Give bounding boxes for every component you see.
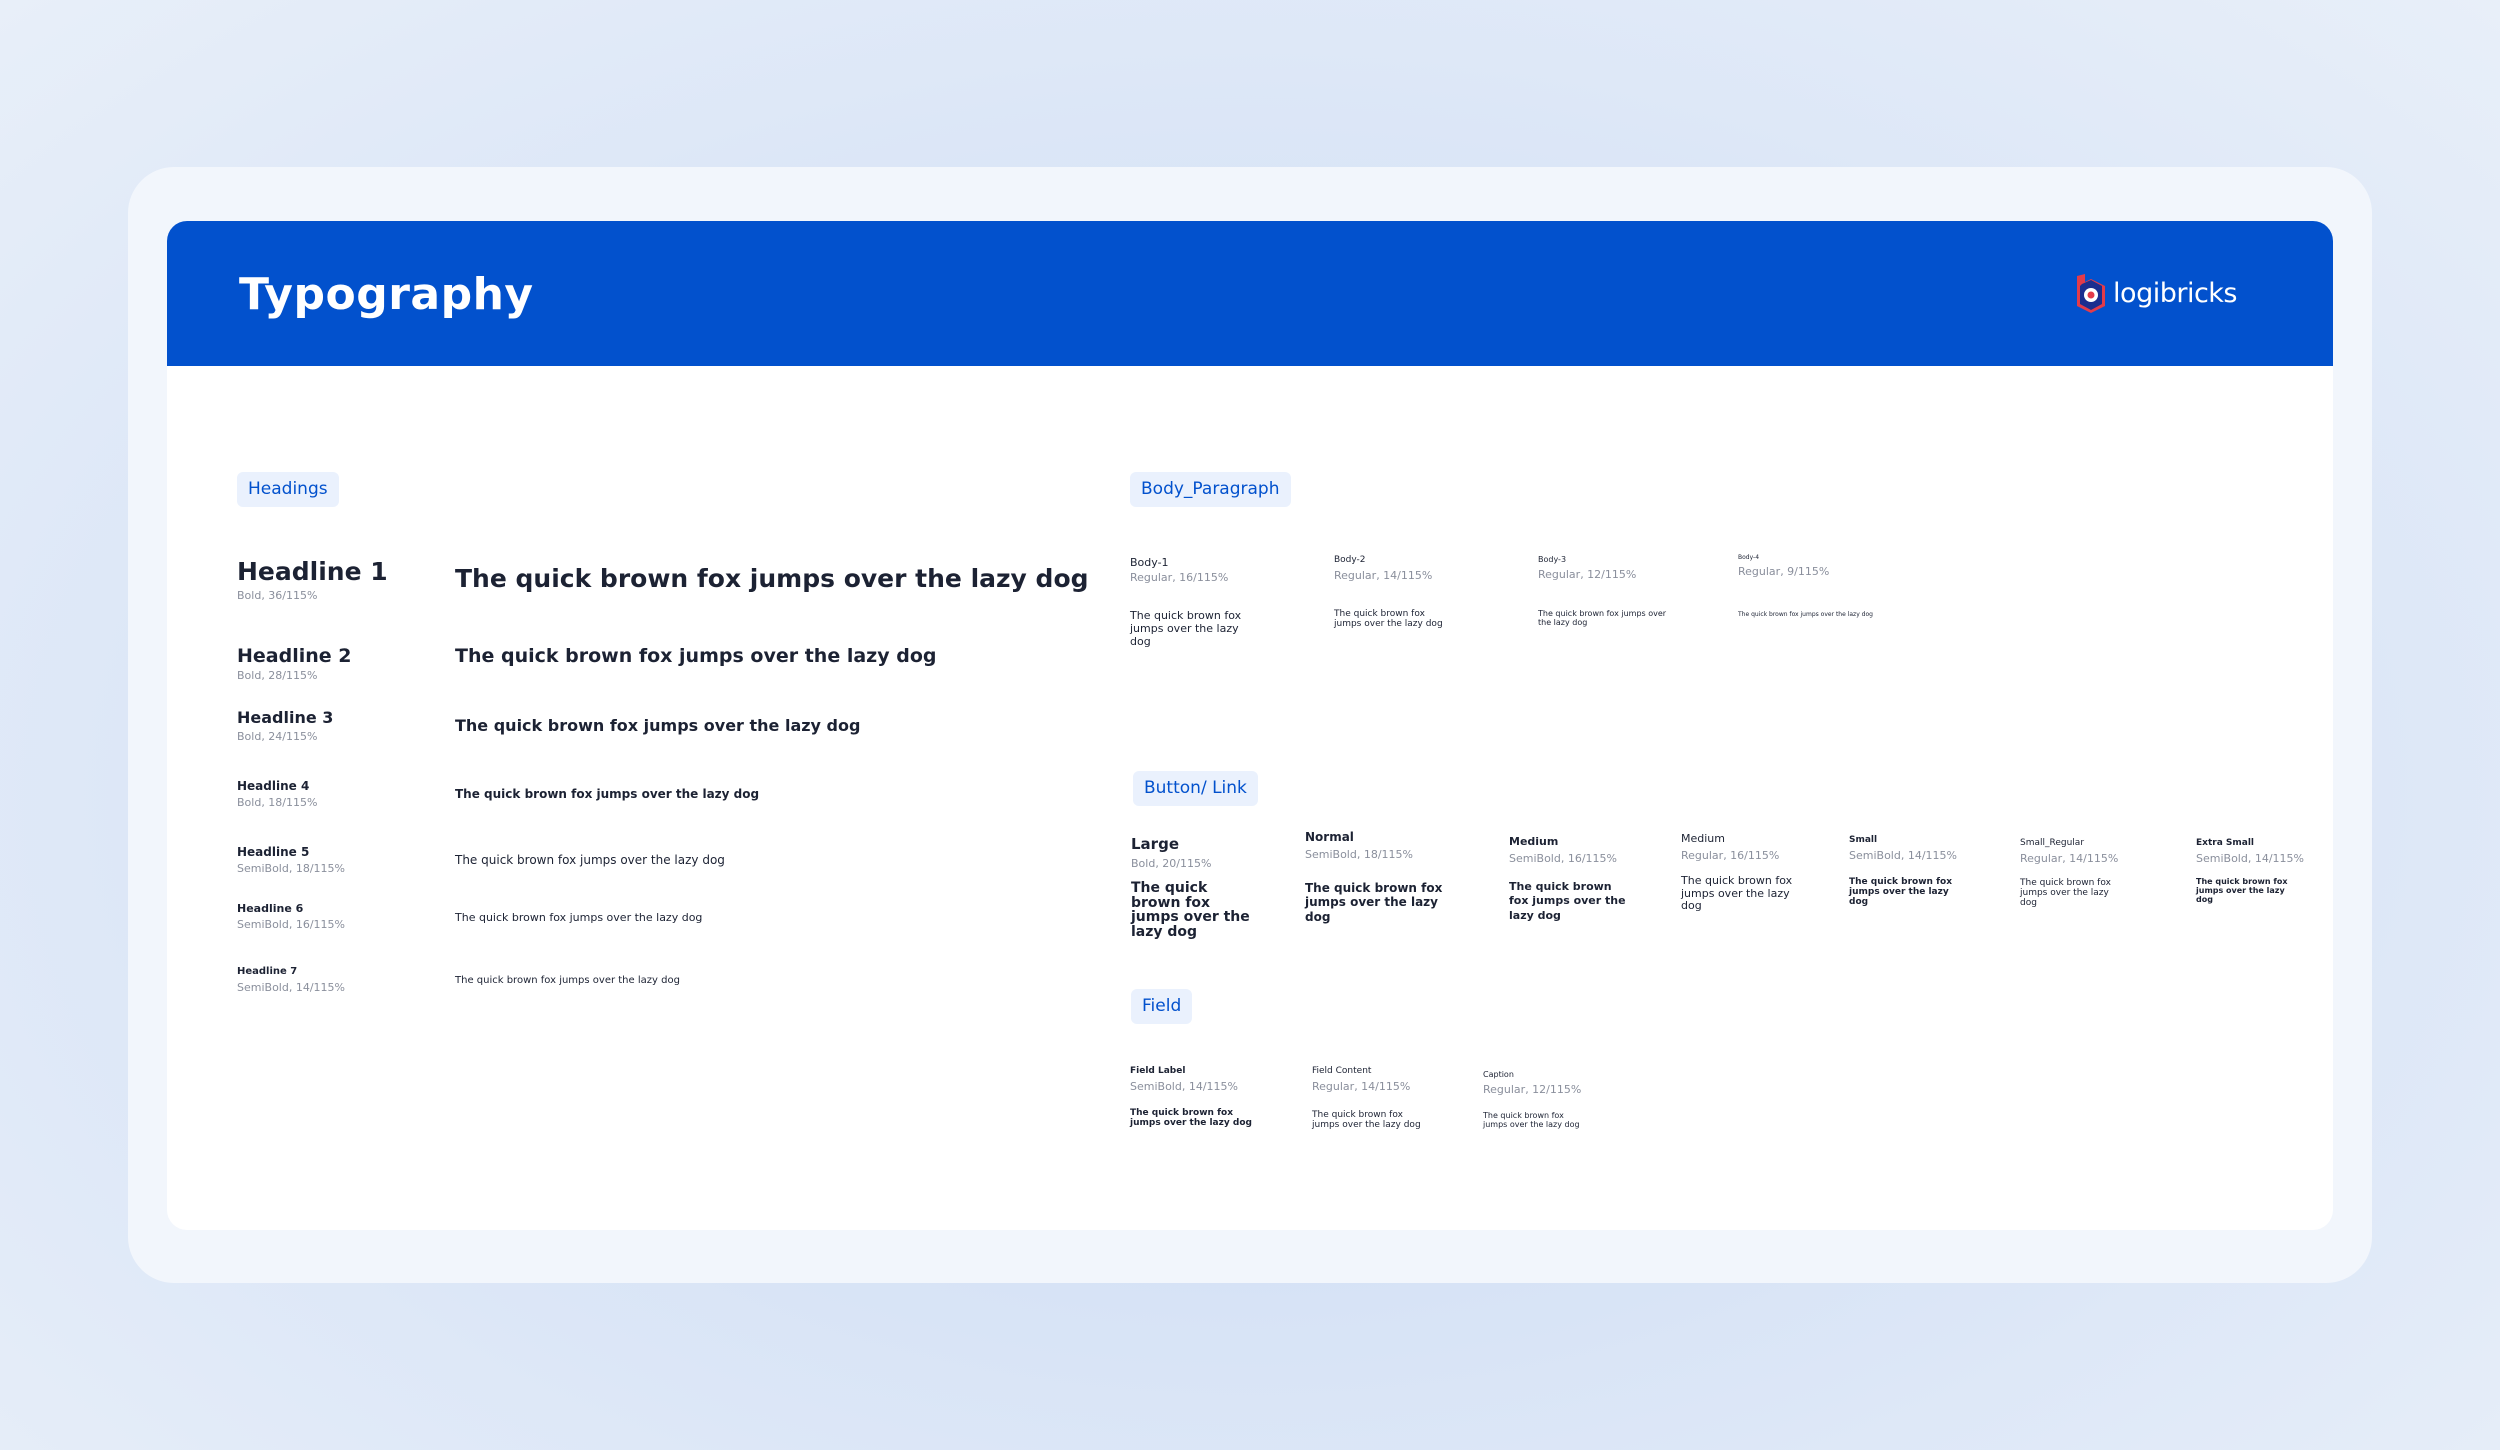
headline-4-name: Headline 4	[237, 779, 310, 793]
field-content-name: Field Content	[1312, 1066, 1372, 1076]
body-2-name: Body-2	[1334, 555, 1366, 565]
headline-5-sample: The quick brown fox jumps over the lazy …	[455, 853, 725, 867]
button-medium-semibold-spec: SemiBold, 16/115%	[1509, 852, 1617, 865]
headline-2-sample: The quick brown fox jumps over the lazy …	[455, 645, 937, 667]
brand-logo: logibricks	[2073, 271, 2237, 315]
headline-4-sample: The quick brown fox jumps over the lazy …	[455, 787, 760, 801]
body-2-sample: The quick brown fox jumps over the lazy …	[1334, 609, 1443, 630]
body-1-sample: The quick brown fox jumps over the lazy …	[1130, 609, 1242, 649]
button-small-sample: The quick brown fox jumps over the lazy …	[1849, 877, 1952, 908]
button-medium-regular-spec: Regular, 16/115%	[1681, 849, 1780, 862]
button-section-label: Button/ Link	[1133, 771, 1258, 806]
button-medium-regular-sample: The quick brown fox jumps over the lazy …	[1681, 874, 1793, 913]
button-medium-semibold-sample: The quick brown fox jumps over the lazy …	[1509, 880, 1626, 922]
body-1-name: Body-1	[1130, 556, 1169, 569]
headline-1-name: Headline 1	[237, 557, 388, 586]
button-small-regular-name: Small_Regular	[2020, 838, 2085, 848]
body-2-spec: Regular, 14/115%	[1334, 569, 1433, 582]
button-normal-spec: SemiBold, 18/115%	[1305, 848, 1413, 861]
headline-7-sample: The quick brown fox jumps over the lazy …	[455, 975, 680, 986]
headline-5-name: Headline 5	[237, 845, 310, 859]
logibricks-logo-icon	[2077, 274, 2106, 313]
button-large-sample: The quick brown fox jumps over the lazy …	[1131, 880, 1250, 941]
headline-3-sample: The quick brown fox jumps over the lazy …	[455, 716, 861, 735]
body-3-name: Body-3	[1538, 555, 1567, 564]
field-content-spec: Regular, 14/115%	[1312, 1080, 1411, 1093]
body-3-spec: Regular, 12/115%	[1538, 568, 1637, 581]
button-small-spec: SemiBold, 14/115%	[1849, 849, 1957, 862]
headline-3-spec: Bold, 24/115%	[237, 730, 318, 743]
button-extra-small-name: Extra Small	[2196, 838, 2255, 848]
button-small-name: Small	[1849, 835, 1878, 845]
headline-2-spec: Bold, 28/115%	[237, 669, 318, 682]
body-4-spec: Regular, 9/115%	[1738, 565, 1830, 578]
field-section-label: Field	[1131, 989, 1193, 1024]
button-normal-sample: The quick brown fox jumps over the lazy …	[1305, 881, 1443, 924]
body-1-spec: Regular, 16/115%	[1130, 571, 1229, 584]
button-normal-name: Normal	[1305, 830, 1354, 844]
caption-spec: Regular, 12/115%	[1483, 1083, 1582, 1096]
button-small-regular-sample: The quick brown fox jumps over the lazy …	[2020, 878, 2111, 909]
headline-4-spec: Bold, 18/115%	[237, 796, 318, 809]
headline-6-spec: SemiBold, 16/115%	[237, 918, 345, 931]
headline-1-sample: The quick brown fox jumps over the lazy …	[455, 564, 1089, 593]
body-4-sample: The quick brown fox jumps over the lazy …	[1738, 611, 1873, 618]
headline-7-name: Headline 7	[237, 966, 298, 977]
body-3-sample: The quick brown fox jumps over the lazy …	[1538, 609, 1667, 627]
body-4-name: Body-4	[1738, 554, 1760, 561]
button-extra-small-sample: The quick brown fox jumps over the lazy …	[2196, 877, 2288, 904]
body-section-label: Body_Paragraph	[1130, 472, 1291, 507]
headline-7-spec: SemiBold, 14/115%	[237, 981, 345, 994]
field-label-spec: SemiBold, 14/115%	[1130, 1080, 1238, 1093]
button-large-spec: Bold, 20/115%	[1131, 857, 1212, 870]
page-title: Typography	[239, 269, 534, 320]
headline-2-name: Headline 2	[237, 645, 352, 667]
caption-name: Caption	[1483, 1070, 1514, 1079]
headline-5-spec: SemiBold, 18/115%	[237, 862, 345, 875]
button-medium-regular-name: Medium	[1681, 832, 1725, 845]
header-banner: Typography logibricks	[167, 221, 2333, 366]
headline-1-spec: Bold, 36/115%	[237, 589, 318, 602]
button-large-name: Large	[1131, 835, 1179, 853]
field-label-sample: The quick brown fox jumps over the lazy …	[1130, 1108, 1252, 1128]
button-small-regular-spec: Regular, 14/115%	[2020, 852, 2119, 865]
field-label-name: Field Label	[1130, 1066, 1186, 1076]
typography-card: Typography logibricks Headings Body_Para…	[167, 221, 2333, 1230]
logo-wordmark: logibricks	[2113, 277, 2237, 309]
headline-6-sample: The quick brown fox jumps over the lazy …	[455, 911, 703, 924]
headline-3-name: Headline 3	[237, 708, 334, 727]
button-medium-semibold-name: Medium	[1509, 835, 1559, 848]
button-extra-small-spec: SemiBold, 14/115%	[2196, 852, 2304, 865]
headline-6-name: Headline 6	[237, 902, 304, 915]
caption-sample: The quick brown fox jumps over the lazy …	[1483, 1111, 1580, 1129]
field-content-sample: The quick brown fox jumps over the lazy …	[1312, 1110, 1421, 1130]
headings-section-label: Headings	[237, 472, 339, 507]
